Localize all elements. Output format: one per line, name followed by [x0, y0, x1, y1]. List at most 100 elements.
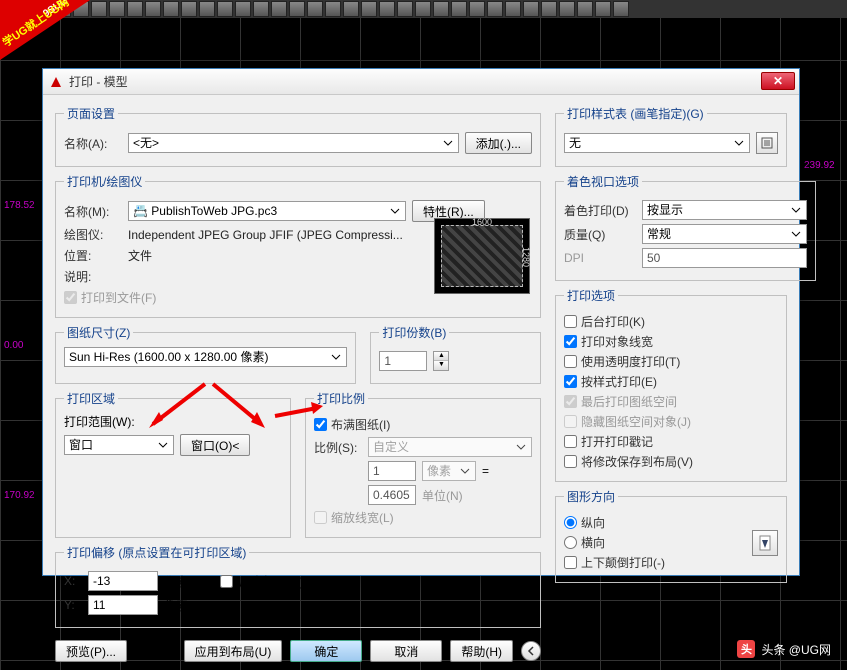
watermark: 头 头条 @UG网 [737, 640, 831, 658]
shade-plot-select[interactable]: 按显示 [642, 200, 807, 220]
copies-input [379, 351, 427, 371]
plot-option-check-1[interactable] [564, 335, 577, 348]
upside-label: 上下颠倒打印(-) [581, 554, 665, 571]
fit-to-paper-check[interactable] [314, 418, 327, 431]
preview-height: 1280 [521, 239, 531, 275]
plot-style-group: 打印样式表 (画笔指定)(G) 无 [555, 105, 787, 167]
print-scale-group: 打印比例 布满图纸(I) 比例(S): 自定义 像素 = [305, 390, 541, 538]
center-plot-check[interactable] [220, 575, 233, 588]
plot-style-legend: 打印样式表 (画笔指定)(G) [564, 105, 707, 122]
app-toolbar [0, 0, 847, 18]
pageset-name-label: 名称(A): [64, 135, 122, 152]
upside-check[interactable] [564, 556, 577, 569]
scale-unit2: 单位(N) [422, 487, 463, 504]
plot-option-label: 使用透明度打印(T) [581, 353, 680, 370]
print-dialog: 打印 - 模型 ✕ 页面设置 名称(A): <无> 添加(.)... 打印机/绘… [42, 68, 800, 576]
shade-plot-label: 着色打印(D) [564, 202, 636, 219]
plotter-value: Independent JPEG Group JFIF (JPEG Compre… [128, 228, 403, 242]
scale-lw-check [314, 511, 327, 524]
desc-label: 说明: [64, 268, 122, 285]
pageset-add-button[interactable]: 添加(.)... [465, 132, 532, 154]
dpi-label: DPI [564, 251, 636, 265]
offset-x-unit: 像素 [164, 573, 188, 590]
pageset-name-select[interactable]: <无> [128, 133, 459, 153]
offset-legend: 打印偏移 (原点设置在可打印区域) [64, 544, 249, 561]
orientation-legend: 图形方向 [564, 488, 618, 505]
shade-legend: 着色视口选项 [564, 173, 642, 190]
printer-name-select[interactable]: 📇 PublishToWeb JPG.pc3 [128, 201, 406, 221]
plot-option-check-5 [564, 415, 577, 428]
help-button[interactable]: 帮助(H) [450, 640, 513, 662]
cad-coord: 239.92 [804, 160, 835, 171]
landscape-radio[interactable] [564, 536, 577, 549]
offset-y-input[interactable] [88, 595, 158, 615]
plot-option-check-3[interactable] [564, 375, 577, 388]
print-area-group: 打印区域 打印范围(W): 窗口 窗口(O)< [55, 390, 291, 538]
plot-option-check-2[interactable] [564, 355, 577, 368]
center-plot-label: 居中打印(C) [239, 573, 304, 590]
page-setup-group: 页面设置 名称(A): <无> 添加(.)... [55, 105, 541, 167]
plot-style-edit-button[interactable] [756, 132, 778, 154]
plot-option-check-7[interactable] [564, 455, 577, 468]
copies-group: 打印份数(B) ▲▼ [370, 324, 541, 384]
offset-x-input[interactable] [88, 571, 158, 591]
landscape-label: 横向 [581, 534, 605, 551]
plot-option-label: 最后打印图纸空间 [581, 393, 677, 410]
plot-option-check-6[interactable] [564, 435, 577, 448]
paper-size-legend: 图纸尺寸(Z) [64, 324, 133, 341]
cad-coord: 178.52 [4, 200, 35, 211]
watermark-text: 头条 @UG网 [761, 641, 831, 658]
watermark-logo-icon: 头 [737, 640, 755, 658]
copies-legend: 打印份数(B) [379, 324, 449, 341]
plot-option-check-0[interactable] [564, 315, 577, 328]
dpi-input [642, 248, 807, 268]
scale-val1 [368, 461, 416, 481]
quality-select[interactable]: 常规 [642, 224, 807, 244]
paper-preview: 1600 1280 [434, 218, 530, 294]
plot-option-label: 按样式打印(E) [581, 373, 657, 390]
plot-option-label: 隐藏图纸空间对象(J) [581, 413, 691, 430]
location-label: 位置: [64, 247, 122, 264]
scale-lw-label: 缩放线宽(L) [331, 509, 394, 526]
plotter-label: 绘图仪: [64, 226, 122, 243]
scale-eq: = [482, 464, 489, 478]
printer-group: 打印机/绘图仪 名称(M): 📇 PublishToWeb JPG.pc3 特性… [55, 173, 541, 318]
scale-unit1: 像素 [422, 461, 476, 481]
print-what-select[interactable]: 窗口 [64, 435, 174, 455]
portrait-label: 纵向 [581, 514, 605, 531]
plot-to-file-check [64, 291, 77, 304]
scale-label: 比例(S): [314, 439, 362, 456]
window-pick-button[interactable]: 窗口(O)< [180, 434, 250, 456]
offset-y-label: Y: [64, 598, 82, 612]
plot-options-group: 打印选项 后台打印(K)打印对象线宽使用透明度打印(T)按样式打印(E)最后打印… [555, 287, 787, 482]
printer-name-label: 名称(M): [64, 203, 122, 220]
shade-group: 着色视口选项 着色打印(D) 按显示 质量(Q) 常规 DPI [555, 173, 816, 281]
copies-spinner: ▲▼ [433, 351, 449, 371]
printer-legend: 打印机/绘图仪 [64, 173, 145, 190]
paper-size-group: 图纸尺寸(Z) Sun Hi-Res (1600.00 x 1280.00 像素… [55, 324, 356, 384]
ok-button[interactable]: 确定 [290, 640, 362, 662]
plot-option-label: 打开打印戳记 [581, 433, 653, 450]
apply-layout-button[interactable]: 应用到布局(U) [184, 640, 283, 662]
print-area-legend: 打印区域 [64, 390, 118, 407]
plot-option-label: 将修改保存到布局(V) [581, 453, 693, 470]
location-value: 文件 [128, 247, 152, 264]
cancel-button[interactable]: 取消 [370, 640, 442, 662]
scale-val2 [368, 485, 416, 505]
plot-options-legend: 打印选项 [564, 287, 618, 304]
offset-y-unit: 像素 [164, 597, 188, 614]
fit-to-paper-label: 布满图纸(I) [331, 416, 390, 433]
paper-size-select[interactable]: Sun Hi-Res (1600.00 x 1280.00 像素) [64, 347, 347, 367]
app-icon [49, 75, 63, 89]
preview-button[interactable]: 预览(P)... [55, 640, 127, 662]
plot-style-select[interactable]: 无 [564, 133, 750, 153]
close-button[interactable]: ✕ [761, 72, 795, 90]
plot-option-label: 打印对象线宽 [581, 333, 653, 350]
print-scale-legend: 打印比例 [314, 390, 368, 407]
portrait-radio[interactable] [564, 516, 577, 529]
page-setup-legend: 页面设置 [64, 105, 118, 122]
orientation-group: 图形方向 纵向 横向 上下颠倒打印(-) [555, 488, 787, 583]
orientation-preview-icon [752, 530, 778, 556]
titlebar[interactable]: 打印 - 模型 ✕ [43, 69, 799, 95]
expand-less-button[interactable] [521, 641, 541, 661]
